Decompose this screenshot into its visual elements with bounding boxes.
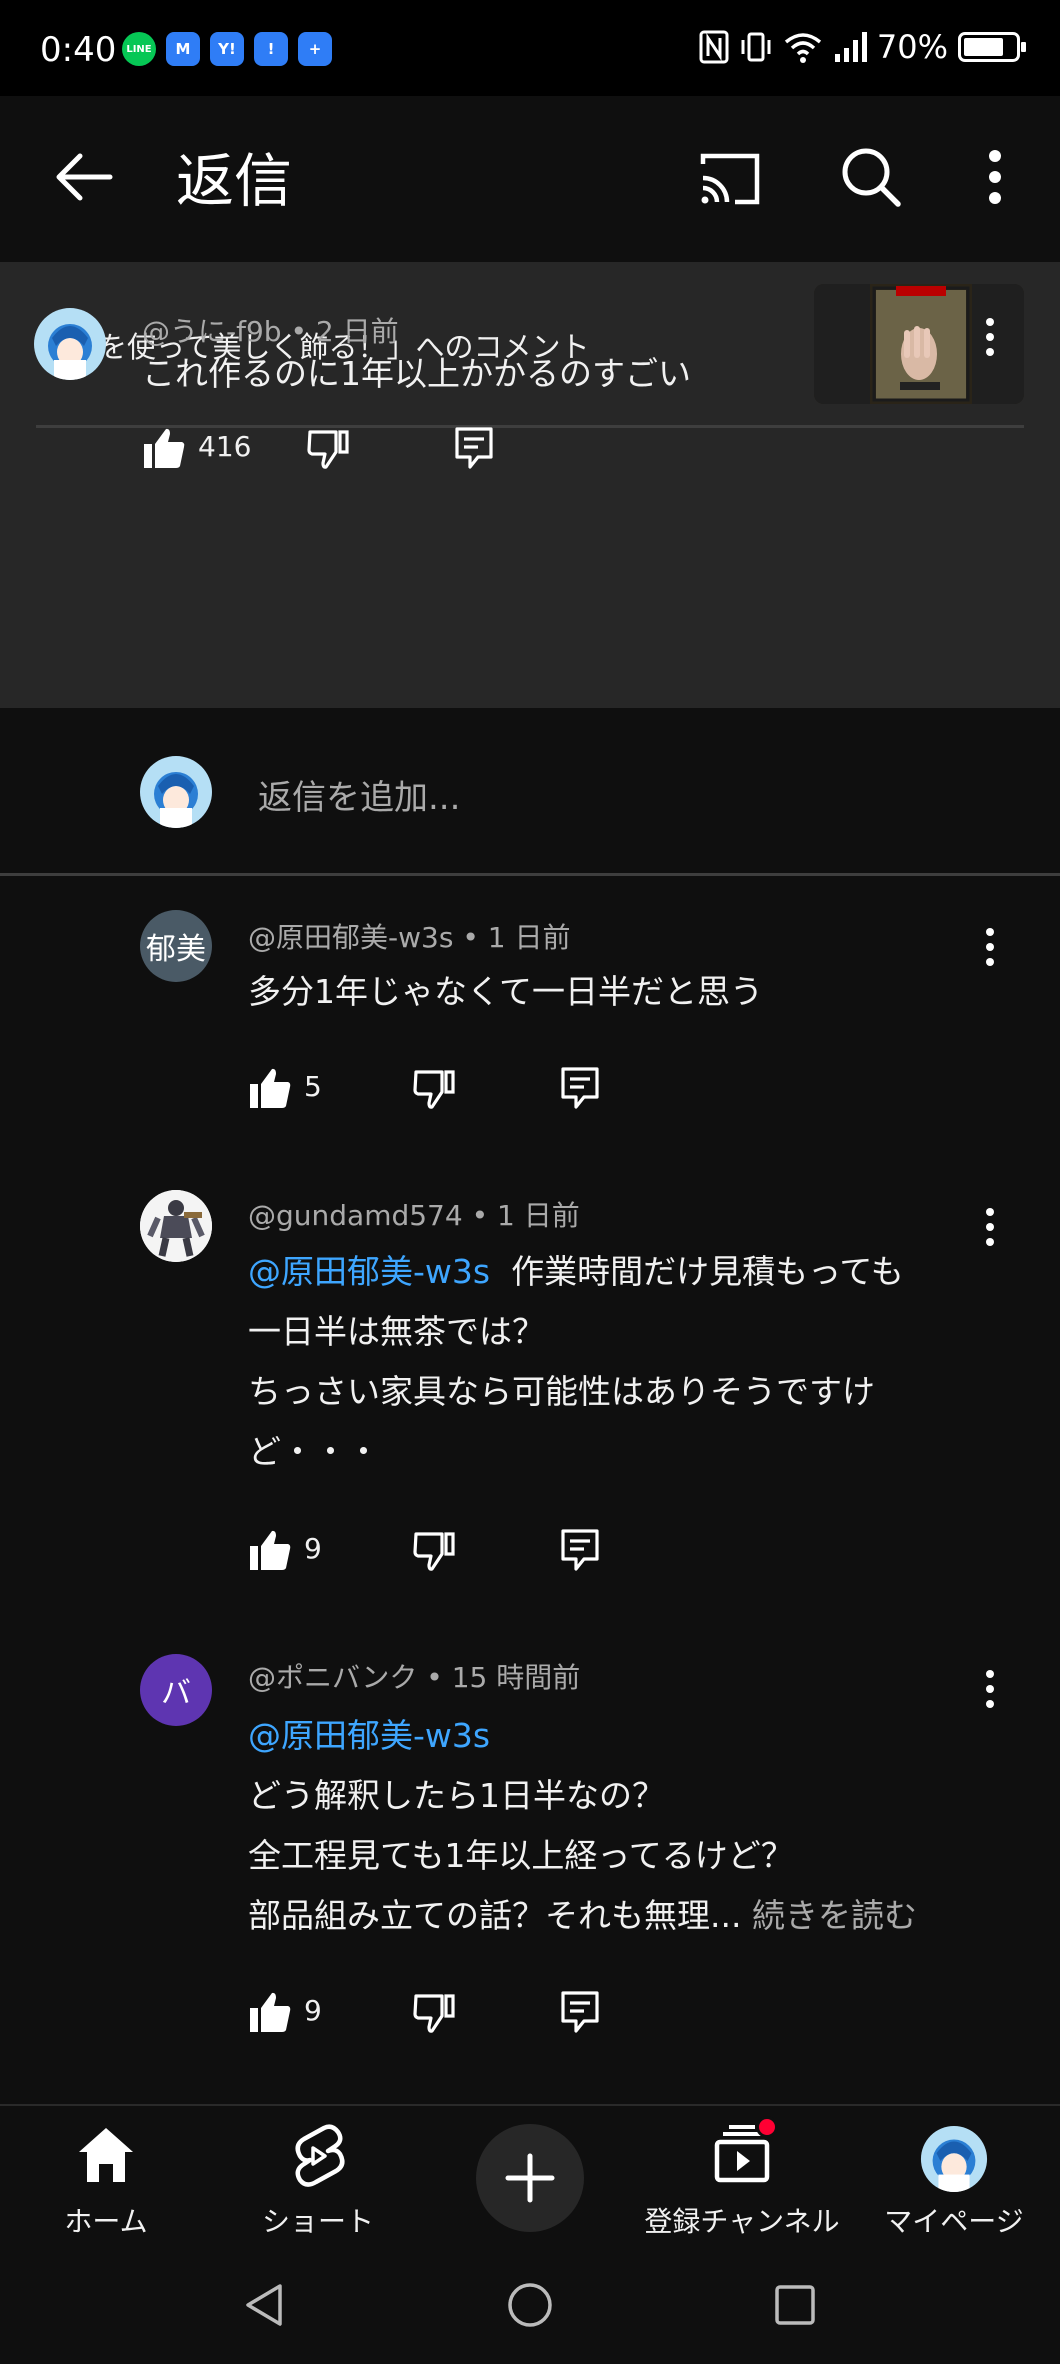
mention-link[interactable]: @原田郁美-w3s xyxy=(248,1252,490,1291)
search-icon[interactable] xyxy=(836,142,906,212)
reply-line: ちっさい家具なら可能性はありそうですけ xyxy=(248,1372,875,1411)
system-back-icon[interactable] xyxy=(240,2280,290,2330)
like-count: 5 xyxy=(304,1070,322,1103)
shorts-icon xyxy=(295,2124,345,2187)
my-avatar xyxy=(140,756,212,828)
system-navigation xyxy=(0,2252,1060,2364)
like-icon[interactable] xyxy=(142,426,186,470)
reply-icon[interactable] xyxy=(560,1066,600,1110)
battery-icon xyxy=(958,32,1026,62)
app-bar: 返信 xyxy=(0,96,1060,264)
reply-meta: @gundamd574 • 1 日前 xyxy=(248,1199,580,1232)
reply-line: 部品組み立ての話？それも無理... 続きを読む xyxy=(248,1886,917,1946)
read-more-link[interactable]: 続きを読む xyxy=(752,1896,917,1935)
signal-icon xyxy=(834,32,867,62)
wifi-icon xyxy=(784,33,821,63)
avatar[interactable] xyxy=(140,1190,212,1262)
system-recents-icon[interactable] xyxy=(770,2280,820,2330)
nav-subscriptions-label: 登録チャンネル xyxy=(644,2205,840,2238)
like-count: 9 xyxy=(304,1994,322,2027)
status-bar: 0:40 LINE M Y! ! + 70% xyxy=(0,0,1060,96)
notification-icons: LINE M Y! ! + xyxy=(122,32,332,66)
comment-more-icon[interactable] xyxy=(975,312,1005,362)
reply-line: @原田郁美-w3s xyxy=(248,1706,917,1766)
system-home-icon[interactable] xyxy=(505,2280,555,2330)
reply-more-icon[interactable] xyxy=(975,1202,1005,1252)
comment-text: これ作るのに1年以上かかるのすごい xyxy=(142,354,691,393)
status-time: 0:40 xyxy=(40,30,117,70)
like-count: 9 xyxy=(304,1532,322,1565)
comment-actions: 416 xyxy=(142,418,562,478)
reply-age: 1 日前 xyxy=(487,921,571,954)
nav-shorts-label: ショート xyxy=(261,2205,374,2238)
reply-author[interactable]: @原田郁美-w3s xyxy=(248,921,453,954)
alert-icon: ! xyxy=(254,32,288,66)
reply-text: @原田郁美-w3s どう解釈したら1日半なの？ 全工程見ても1年以上経ってるけど… xyxy=(248,1706,917,1946)
reply-line: 全工程見ても1年以上経ってるけど？ xyxy=(248,1836,794,1875)
home-icon xyxy=(79,2128,133,2182)
nfc-icon xyxy=(699,30,729,64)
avatar[interactable]: 郁美 xyxy=(140,910,212,982)
back-arrow-icon[interactable] xyxy=(50,142,120,212)
status-right: 70% xyxy=(699,28,1026,66)
reply-actions: 5 xyxy=(248,1058,668,1118)
parent-comment-section: 「骨を使って美しく飾る！」へのコメント @うに-f9b • 2 日前 これ作るの… xyxy=(0,262,1060,708)
reply-actions: 9 xyxy=(248,1520,668,1580)
reply-line: ど・・・ xyxy=(248,1432,380,1471)
reply-age: 15 時間前 xyxy=(451,1661,581,1694)
dislike-icon[interactable] xyxy=(306,426,350,470)
vibrate-icon xyxy=(741,32,771,62)
nav-home[interactable]: ホーム xyxy=(0,2106,212,2254)
reply-author[interactable]: @gundamd574 xyxy=(248,1199,463,1232)
avatar[interactable] xyxy=(34,308,106,380)
reply-meta: @原田郁美-w3s • 1 日前 xyxy=(248,921,571,954)
like-icon[interactable] xyxy=(248,1990,292,2034)
plus-icon xyxy=(505,2153,555,2203)
reply-icon[interactable] xyxy=(560,1528,600,1572)
my-avatar xyxy=(920,2125,988,2193)
reply-more-icon[interactable] xyxy=(975,922,1005,972)
cast-icon[interactable] xyxy=(695,144,765,214)
reply-line: どう解釈したら1日半なの？ xyxy=(248,1776,665,1815)
reply-author[interactable]: @ポニバンク xyxy=(248,1661,417,1694)
reply-icon[interactable] xyxy=(560,1990,600,2034)
yahoo-icon: Y! xyxy=(210,32,244,66)
reply-actions: 9 xyxy=(248,1982,668,2042)
reply-more-icon[interactable] xyxy=(975,1664,1005,1714)
avatar[interactable]: バ xyxy=(140,1654,212,1726)
battery-percent: 70% xyxy=(876,28,948,66)
more-options-icon[interactable] xyxy=(975,142,1015,212)
add-reply-row[interactable]: 返信を追加... xyxy=(0,708,1060,876)
nav-mypage[interactable]: マイページ xyxy=(848,2106,1060,2254)
mail-icon: M xyxy=(166,32,200,66)
bottom-navigation: ホーム ショート 登録チャンネル マイページ xyxy=(0,2104,1060,2252)
calendar-icon: + xyxy=(298,32,332,66)
create-button[interactable] xyxy=(476,2124,584,2232)
reply-line: 一日半は無茶では？ xyxy=(248,1312,545,1351)
dislike-icon[interactable] xyxy=(412,1528,456,1572)
page-title: 返信 xyxy=(176,147,293,215)
reply-age: 1 日前 xyxy=(497,1199,580,1232)
reply-input[interactable]: 返信を追加... xyxy=(258,770,460,819)
reply-text: 多分1年じゃなくて一日半だと思う xyxy=(248,972,764,1011)
line-icon: LINE xyxy=(122,32,156,66)
nav-subscriptions[interactable]: 登録チャンネル xyxy=(636,2106,848,2254)
reply-meta: @ポニバンク • 15 時間前 xyxy=(248,1661,581,1694)
reply-line-text: 作業時間だけ見積もっても xyxy=(511,1252,904,1291)
nav-shorts[interactable]: ショート xyxy=(212,2106,424,2254)
reply-text: @原田郁美-w3s 作業時間だけ見積もっても 一日半は無茶では？ ちっさい家具な… xyxy=(248,1242,904,1482)
like-count: 416 xyxy=(198,430,252,463)
reply-icon[interactable] xyxy=(454,426,494,470)
notification-dot xyxy=(756,2116,778,2138)
mention-link[interactable]: @原田郁美-w3s xyxy=(248,1716,490,1755)
dislike-icon[interactable] xyxy=(412,1066,456,1110)
nav-home-label: ホーム xyxy=(64,2205,148,2238)
nav-mypage-label: マイページ xyxy=(884,2205,1024,2238)
reply-line: @原田郁美-w3s 作業時間だけ見積もっても xyxy=(248,1242,904,1302)
dislike-icon[interactable] xyxy=(412,1990,456,2034)
like-icon[interactable] xyxy=(248,1066,292,1110)
like-icon[interactable] xyxy=(248,1528,292,1572)
reply-line-text: 部品組み立ての話？それも無理... xyxy=(248,1896,742,1935)
